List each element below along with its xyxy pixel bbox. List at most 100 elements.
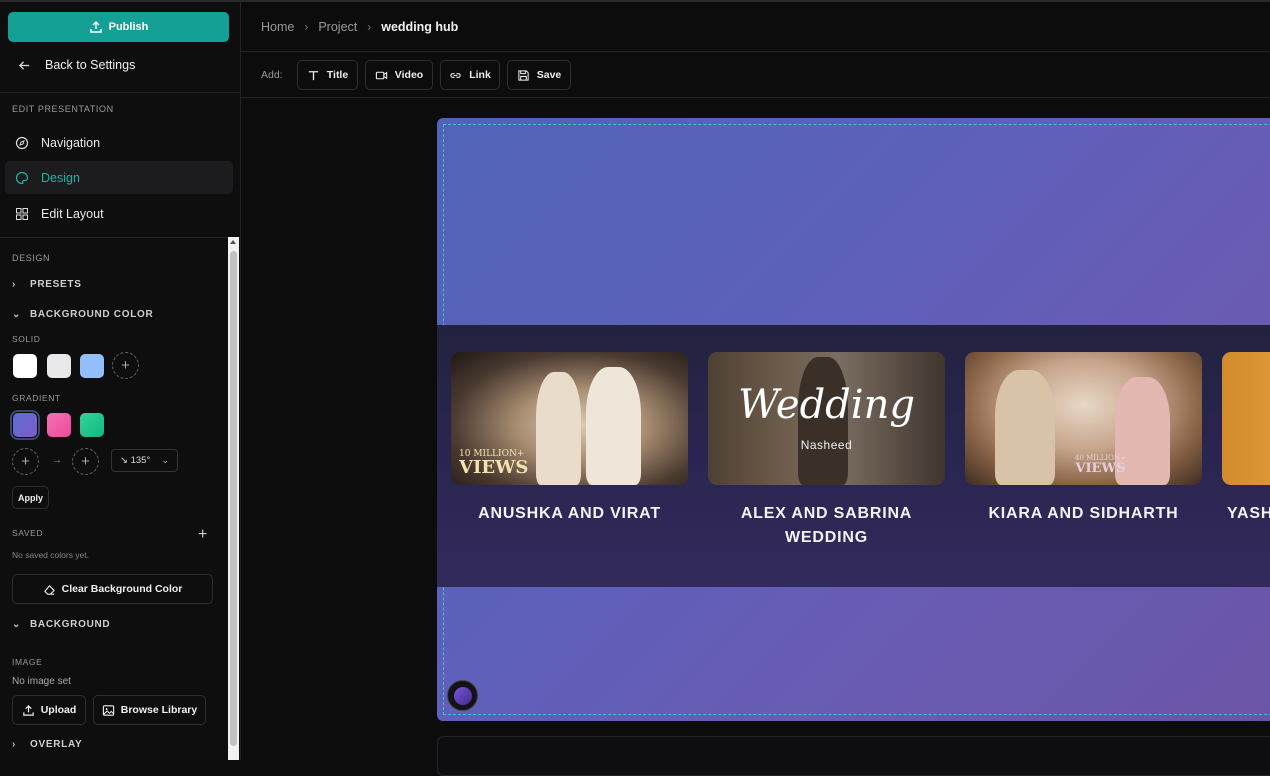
video-icon xyxy=(375,71,387,79)
browse-library-button[interactable]: Browse Library xyxy=(93,695,206,725)
presets-toggle[interactable]: › PRESETS xyxy=(12,279,82,290)
overlay-label: OVERLAY xyxy=(30,739,83,750)
clear-label: Clear Background Color xyxy=(61,583,183,595)
chevron-right-icon: › xyxy=(367,19,372,34)
solid-label: SOLID xyxy=(12,334,41,344)
add-saved-color-button[interactable]: + xyxy=(198,526,207,544)
image-icon xyxy=(102,704,114,716)
video-label: Video xyxy=(394,69,424,81)
thumbnail-script-title: Wedding xyxy=(738,382,915,428)
chevron-down-icon: ⌄ xyxy=(12,309,22,320)
upload-icon xyxy=(22,704,34,716)
gradient-end-color-button[interactable]: + xyxy=(72,448,99,475)
video-card-title: ALEX AND SABRINA WEDDING xyxy=(740,505,913,546)
design-heading: DESIGN xyxy=(12,253,51,263)
angle-value: ↘ 135° xyxy=(120,455,151,466)
breadcrumb-home[interactable]: Home xyxy=(261,20,294,34)
video-card[interactable]: 10 MILLION+ VIEWS ANUSHKA AND VIRAT xyxy=(451,352,688,526)
edit-presentation-heading: EDIT PRESENTATION xyxy=(12,104,114,114)
image-label: IMAGE xyxy=(12,657,43,667)
next-section-card[interactable] xyxy=(437,736,1270,776)
back-label: Back to Settings xyxy=(45,58,136,72)
assistant-fab-button[interactable] xyxy=(447,680,478,711)
link-label: Link xyxy=(469,69,491,81)
chevron-down-icon: ⌄ xyxy=(161,455,169,465)
nav-item-design[interactable]: Design xyxy=(5,161,233,194)
back-to-settings-link[interactable]: Back to Settings xyxy=(18,58,135,72)
add-label: Add: xyxy=(261,69,283,81)
saved-label: SAVED xyxy=(12,528,44,538)
nav-item-label: Edit Layout xyxy=(41,206,104,221)
views-badge-big: VIEWS xyxy=(459,457,529,478)
video-card-title: YASH xyxy=(1227,505,1270,522)
eraser-icon xyxy=(43,584,55,595)
gradient-swatch-pink[interactable] xyxy=(47,413,71,437)
solid-swatch-light-gray[interactable] xyxy=(47,354,71,378)
overlay-toggle[interactable]: › OVERLAY xyxy=(12,739,82,750)
chevron-right-icon: › xyxy=(12,279,17,290)
apply-button[interactable]: Apply xyxy=(12,486,49,509)
nav-item-edit-layout[interactable]: Edit Layout xyxy=(5,197,233,230)
add-title-button[interactable]: Title xyxy=(297,60,358,90)
thumbnail-figure xyxy=(536,372,581,485)
background-color-toggle[interactable]: ⌄ BACKGROUND COLOR xyxy=(12,309,153,320)
no-saved-colors-text: No saved colors yet. xyxy=(12,550,90,560)
thumbnail-figure xyxy=(995,370,1055,485)
divider xyxy=(0,237,240,238)
gradient-start-color-button[interactable]: + xyxy=(12,448,39,475)
presentation-canvas[interactable]: 10 MILLION+ VIEWS ANUSHKA AND VIRAT Wedd… xyxy=(437,118,1270,721)
video-thumbnail[interactable] xyxy=(1222,352,1270,485)
clear-background-color-button[interactable]: Clear Background Color xyxy=(12,574,213,604)
add-toolbar: Add: Title Video Link Save xyxy=(241,53,1270,98)
browse-library-label: Browse Library xyxy=(120,704,198,716)
arrow-right-icon: → xyxy=(52,455,62,466)
add-video-button[interactable]: Video xyxy=(365,60,433,90)
gradient-swatch-purple[interactable] xyxy=(10,410,40,440)
save-label: Save xyxy=(536,69,562,81)
gradient-label: GRADIENT xyxy=(12,393,61,403)
video-card[interactable]: Wedding Nasheed ALEX AND SABRINA WEDDING xyxy=(708,352,945,550)
title-label: Title xyxy=(326,69,349,81)
add-link-button[interactable]: Link xyxy=(440,60,500,90)
video-carousel-band: 10 MILLION+ VIEWS ANUSHKA AND VIRAT Wedd… xyxy=(437,325,1270,587)
solid-swatch-white[interactable] xyxy=(13,354,37,378)
publish-label: Publish xyxy=(108,21,149,33)
add-solid-color-button[interactable]: + xyxy=(112,352,139,379)
background-color-label: BACKGROUND COLOR xyxy=(30,309,154,320)
video-card[interactable]: 40 MILLION+ VIEWS KIARA AND SIDHARTH xyxy=(965,352,1202,526)
nav-item-navigation[interactable]: Navigation xyxy=(5,126,233,159)
chevron-right-icon: › xyxy=(304,19,309,34)
video-card-title: ANUSHKA AND VIRAT xyxy=(478,505,661,522)
upload-icon xyxy=(89,21,102,33)
video-thumbnail[interactable]: 40 MILLION+ VIEWS xyxy=(965,352,1202,485)
palette-icon xyxy=(15,171,29,184)
solid-swatch-light-blue[interactable] xyxy=(80,354,104,378)
breadcrumb-project[interactable]: Project xyxy=(318,20,357,34)
save-icon xyxy=(518,69,529,81)
breadcrumb: Home › Project › wedding hub xyxy=(241,2,1270,52)
gradient-angle-select[interactable]: ↘ 135° ⌄ xyxy=(111,449,178,472)
gradient-swatch-green[interactable] xyxy=(80,413,104,437)
compass-icon xyxy=(15,136,29,149)
scrollbar-thumb[interactable] xyxy=(230,251,237,746)
sidebar: Publish Back to Settings EDIT PRESENTATI… xyxy=(0,2,241,760)
scroll-up-arrow-icon[interactable] xyxy=(230,240,236,244)
sidebar-scrollbar[interactable] xyxy=(228,237,239,760)
breadcrumb-current: wedding hub xyxy=(381,19,459,34)
views-badge-big: VIEWS xyxy=(1075,461,1126,476)
upload-button[interactable]: Upload xyxy=(12,695,86,725)
publish-button[interactable]: Publish xyxy=(8,12,229,42)
thumbnail-figure xyxy=(586,367,641,485)
views-badge: 10 MILLION+ VIEWS xyxy=(459,449,528,477)
video-card[interactable]: YASH xyxy=(1222,352,1270,526)
video-thumbnail[interactable]: 10 MILLION+ VIEWS xyxy=(451,352,688,485)
divider xyxy=(0,92,240,93)
main-area: Home › Project › wedding hub Add: Title … xyxy=(241,2,1270,776)
nav-item-label: Design xyxy=(41,170,80,185)
chevron-down-icon: ⌄ xyxy=(12,619,22,630)
arrow-left-icon xyxy=(18,60,30,70)
video-thumbnail[interactable]: Wedding Nasheed xyxy=(708,352,945,485)
link-icon xyxy=(450,72,461,78)
background-toggle[interactable]: ⌄ BACKGROUND xyxy=(12,619,110,630)
save-button[interactable]: Save xyxy=(507,60,571,90)
